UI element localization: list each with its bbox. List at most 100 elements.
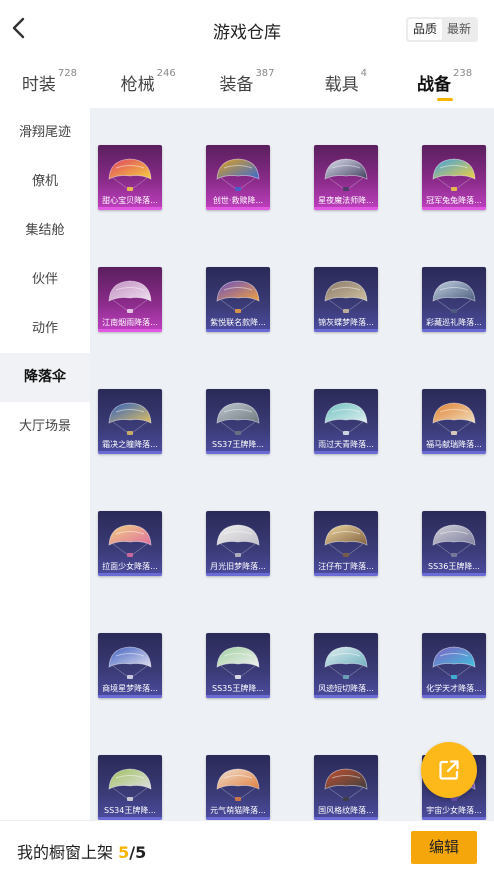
sort-toggle: 品质 最新 [405,17,478,42]
tab-equipment[interactable]: 装备387 [198,62,297,106]
parachute-image [108,524,152,557]
tab-fashion[interactable]: 时装728 [0,62,99,106]
parachute-name: SS37王牌降... [212,440,264,449]
sidebar-item-rally-pod[interactable]: 集结舱 [0,206,90,255]
showcase-count: 5 [118,843,130,862]
share-button[interactable] [421,742,477,798]
sidebar-item-lobby-scene[interactable]: 大厅场景 [0,402,90,451]
parachute-image [324,158,368,191]
tab-label: 枪械 [120,75,155,95]
parachute-image [324,646,368,679]
parachute-name: SS35王牌降... [212,684,264,693]
parachute-name: 锦灰蝶梦降落... [318,318,374,327]
parachute-card[interactable]: 江南烟雨降落... [98,267,162,332]
category-tabs: 时装728 枪械246 装备387 载具4 战备238 [0,62,494,106]
tab-vehicles[interactable]: 载具4 [296,62,395,106]
parachute-card[interactable]: 甜心宝贝降落... [98,145,162,210]
parachute-name: 创世·救赎降... [212,196,264,205]
rarity-bar [314,207,378,210]
parachute-name: 福马献瑞降落... [426,440,482,449]
parachute-card[interactable]: SS36王牌降... [422,511,486,576]
tab-count: 728 [57,68,77,79]
parachute-image [432,402,476,435]
rarity-bar [206,329,270,332]
parachute-card[interactable]: 星夜魔法师降... [314,145,378,210]
rarity-bar [422,329,486,332]
rarity-bar [206,451,270,454]
rarity-bar [314,573,378,576]
tab-label: 载具 [324,75,359,95]
sort-quality-option[interactable]: 品质 [407,19,442,40]
header: 游戏仓库 品质 最新 [0,0,494,58]
parachute-image [216,768,260,801]
parachute-image [432,524,476,557]
parachute-card[interactable]: 雨过天青降落... [314,389,378,454]
parachute-card[interactable]: 汪仔布丁降落... [314,511,378,576]
rarity-bar [314,695,378,698]
parachute-image [216,646,260,679]
parachute-card[interactable]: SS35王牌降... [206,633,270,698]
parachute-image [432,280,476,313]
sidebar-item-wingman[interactable]: 僚机 [0,157,90,206]
parachute-card[interactable]: 拉面少女降落... [98,511,162,576]
parachute-name: 商境星梦降落... [102,684,158,693]
rarity-bar [206,695,270,698]
tab-count: 387 [255,68,275,79]
parachute-name: 风迹短切降落... [318,684,374,693]
parachute-card[interactable]: SS37王牌降... [206,389,270,454]
parachute-image [432,158,476,191]
tab-count: 246 [156,68,176,79]
parachute-name: 化学天才降落... [426,684,482,693]
parachute-name: 汪仔布丁降落... [318,562,374,571]
parachute-image [324,280,368,313]
tab-label: 战备 [417,75,452,95]
parachute-card[interactable]: 化学天才降落... [422,633,486,698]
item-grid-area: 甜心宝贝降落... 创世·救赎降... 星夜魔法师降... 冠军兔兔降落... 江南烟雨… [90,108,494,820]
parachute-card[interactable]: 冠军兔兔降落... [422,145,486,210]
sort-latest-option[interactable]: 最新 [442,19,476,40]
parachute-name: 星夜魔法师降... [318,196,374,205]
tab-combat-gear[interactable]: 战备238 [395,62,494,106]
parachute-card[interactable]: SS34王牌降... [98,755,162,820]
parachute-card[interactable]: 风迹短切降落... [314,633,378,698]
rarity-bar [98,451,162,454]
rarity-bar [98,695,162,698]
parachute-name: 甜心宝贝降落... [102,196,158,205]
parachute-card[interactable]: 福马献瑞降落... [422,389,486,454]
rarity-bar [98,573,162,576]
parachute-name: 拉面少女降落... [102,562,158,571]
parachute-image [108,158,152,191]
rarity-bar [422,695,486,698]
tab-label: 时装 [21,75,56,95]
rarity-bar [206,207,270,210]
parachute-card[interactable]: 月光旧梦降落... [206,511,270,576]
warehouse-page: 游戏仓库 品质 最新 时装728 枪械246 装备387 载具4 战备238 滑… [0,0,494,875]
rarity-bar [206,573,270,576]
sidebar-item-glide-trail[interactable]: 滑翔尾迹 [0,108,90,157]
showcase-label: 我的橱窗上架 [17,843,114,862]
sidebar-item-emote[interactable]: 动作 [0,304,90,353]
footer-bar: 我的橱窗上架 5/5 编辑 [0,820,494,875]
parachute-name: 元气萌猫降落... [210,806,266,815]
parachute-image [324,402,368,435]
parachute-name: 国风格纹降落... [318,806,374,815]
showcase-status: 我的橱窗上架 5/5 [17,839,146,863]
edit-button[interactable]: 编辑 [411,831,477,864]
parachute-card[interactable]: 国风格纹降落... [314,755,378,820]
parachute-image [324,524,368,557]
tab-weapons[interactable]: 枪械246 [99,62,198,106]
sidebar-item-parachute[interactable]: 降落伞 [0,353,90,402]
parachute-card[interactable]: 彩藏巡礼降落... [422,267,486,332]
tab-count: 238 [453,68,473,79]
parachute-card[interactable]: 锦灰蝶梦降落... [314,267,378,332]
parachute-card[interactable]: 商境星梦降落... [98,633,162,698]
parachute-image [108,280,152,313]
rarity-bar [422,573,486,576]
sidebar-item-companion[interactable]: 伙伴 [0,255,90,304]
parachute-card[interactable]: 紫悦联名款降... [206,267,270,332]
parachute-name: 霜决之瞳降落... [102,440,158,449]
parachute-card[interactable]: 霜决之瞳降落... [98,389,162,454]
parachute-card[interactable]: 创世·救赎降... [206,145,270,210]
tab-label: 装备 [219,75,254,95]
parachute-card[interactable]: 元气萌猫降落... [206,755,270,820]
